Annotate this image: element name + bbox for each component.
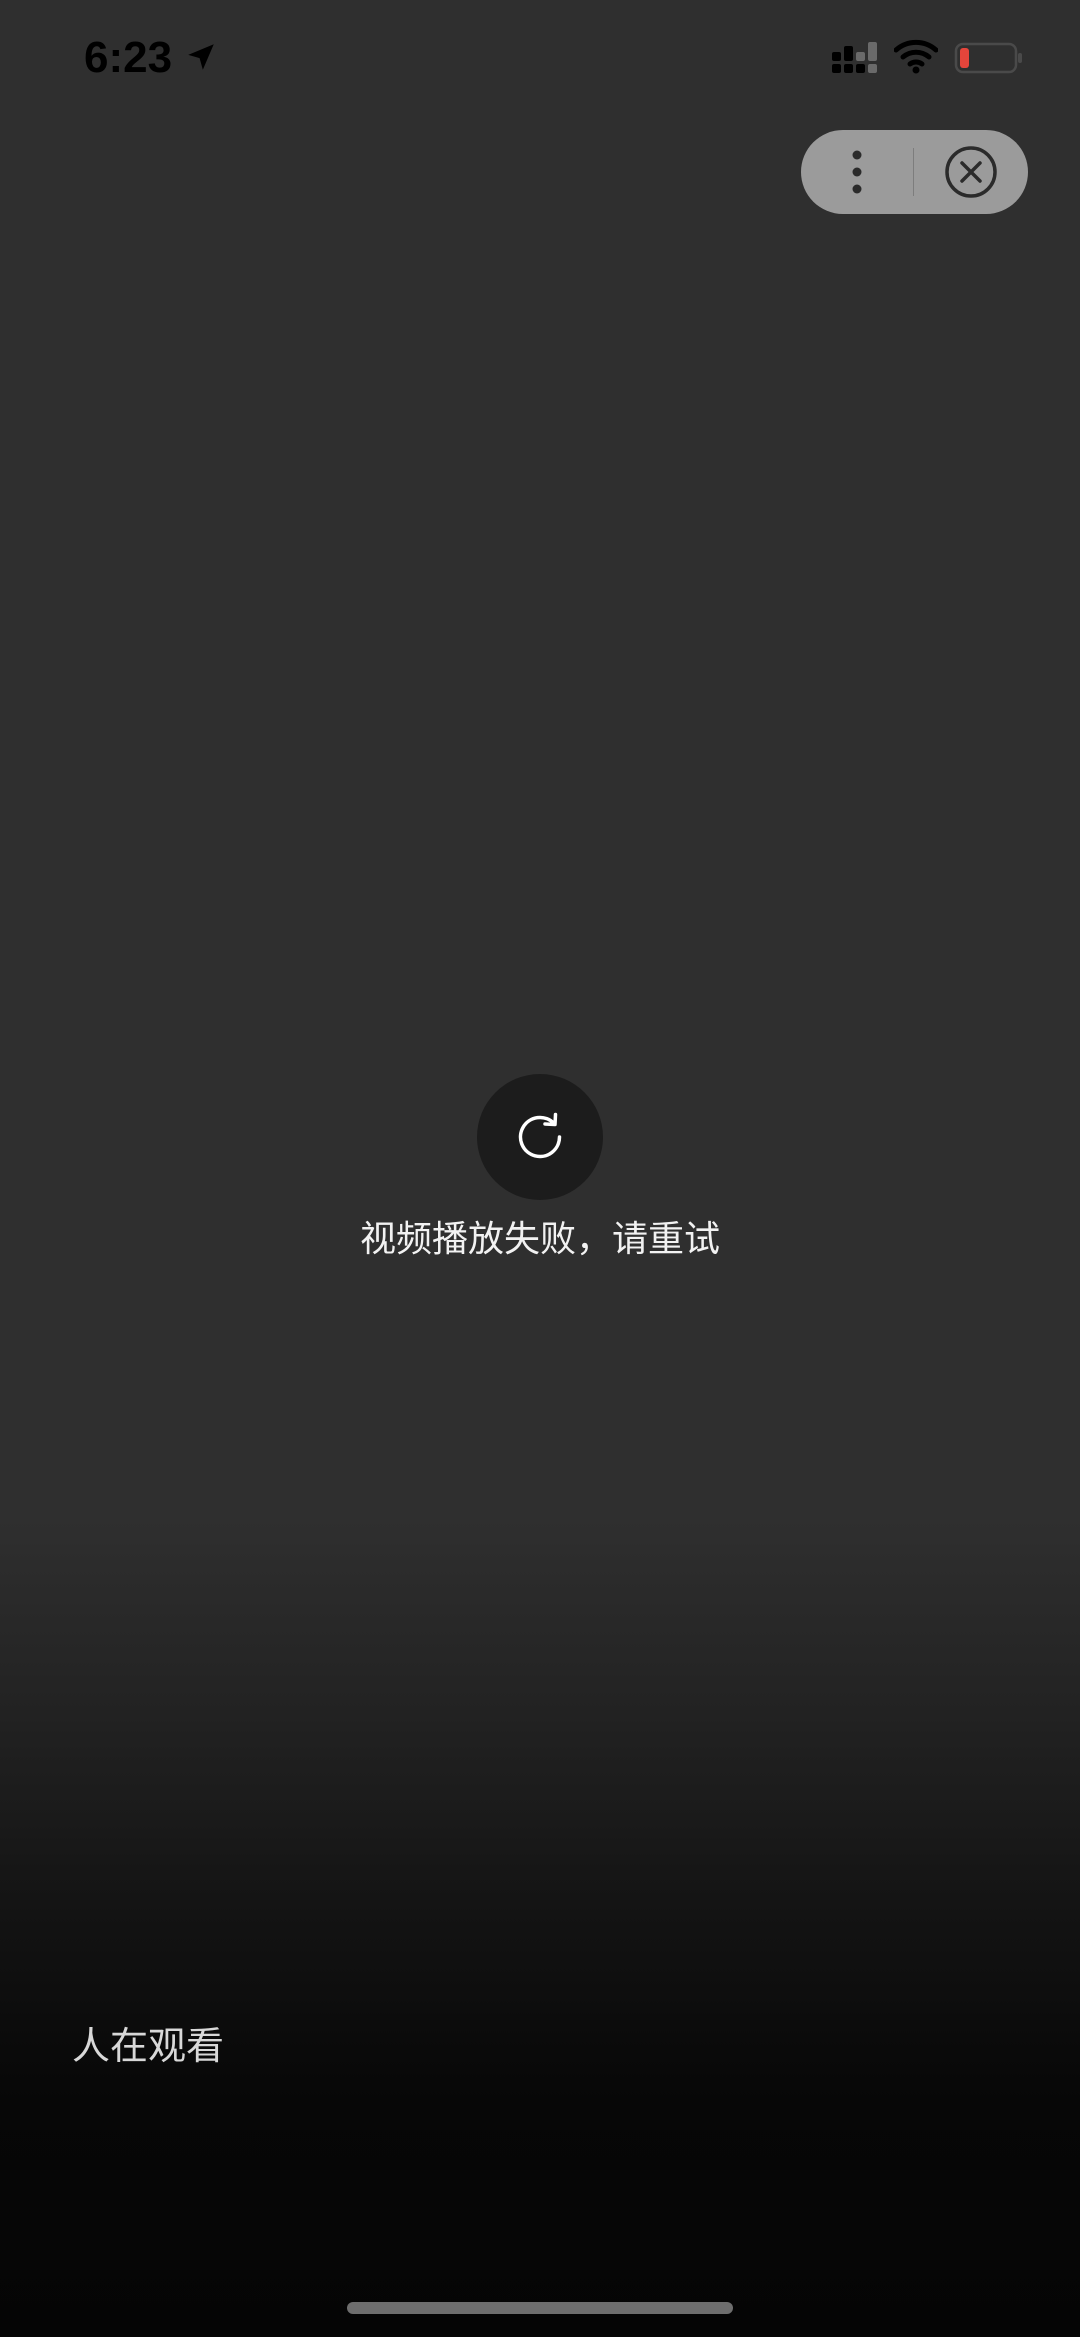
wifi-icon [894, 39, 938, 74]
refresh-icon [518, 1112, 562, 1159]
close-button[interactable] [914, 130, 1028, 214]
location-arrow-icon [188, 44, 214, 70]
more-button[interactable] [801, 130, 913, 214]
capsule-menu [801, 130, 1028, 214]
status-bar: 6:23 [0, 0, 1080, 120]
error-message: 视频播放失败，请重试 [359, 1219, 720, 1260]
more-dots-icon [852, 150, 862, 194]
close-circle-icon [945, 146, 997, 198]
home-indicator[interactable] [347, 2302, 733, 2314]
battery-icon [954, 42, 1022, 74]
viewers-label: 人在观看 [72, 2024, 225, 2068]
retry-button[interactable] [477, 1074, 603, 1200]
cellular-signal-icon [832, 42, 877, 73]
status-time: 6:23 [84, 33, 173, 82]
